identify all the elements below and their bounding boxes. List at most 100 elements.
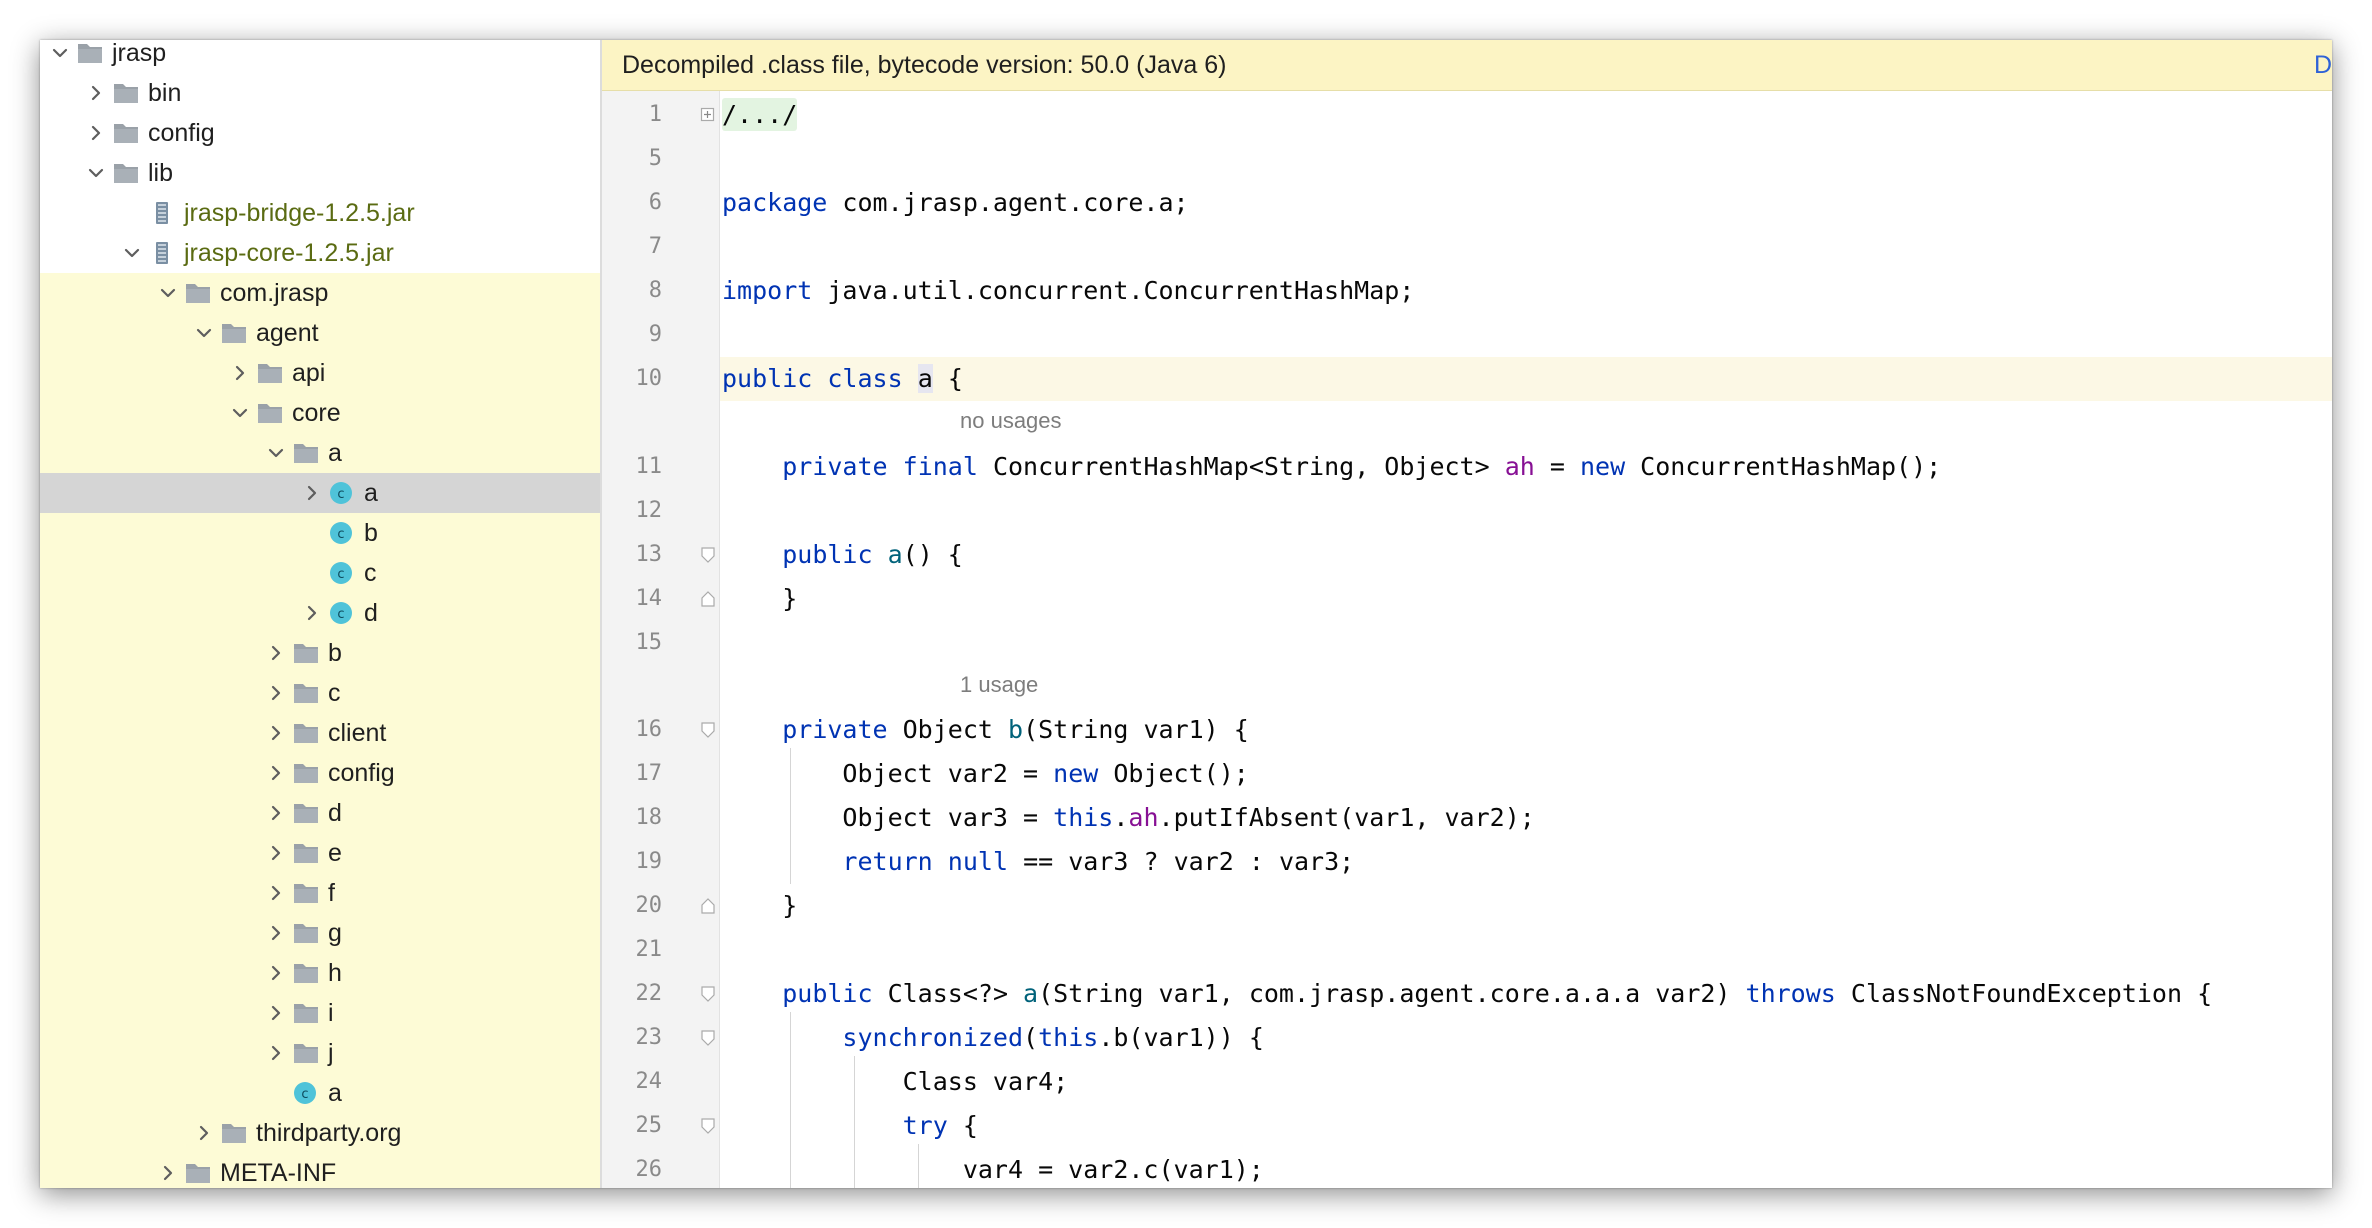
line-number: 14 bbox=[635, 585, 663, 611]
tree-item-c[interactable]: c bbox=[40, 673, 600, 713]
code-line[interactable]: synchronized(this.b(var1)) { bbox=[720, 1016, 2332, 1060]
chevron-right-icon[interactable] bbox=[302, 483, 322, 503]
code-line[interactable]: public Class<?> a(String var1, com.jrasp… bbox=[720, 972, 2332, 1016]
code-line[interactable] bbox=[720, 313, 2332, 357]
project-tree[interactable]: jrasp bin config lib jrasp-bridge-1.2.5.jar j… bbox=[40, 40, 602, 1188]
chevron-right-icon[interactable] bbox=[266, 683, 286, 703]
chevron-down-icon[interactable] bbox=[122, 243, 142, 263]
code-line[interactable]: try { bbox=[720, 1104, 2332, 1148]
code-line[interactable]: import java.util.concurrent.ConcurrentHa… bbox=[720, 269, 2332, 313]
tree-item-jrasp[interactable]: jrasp bbox=[40, 40, 600, 73]
chevron-right-icon[interactable] bbox=[194, 1123, 214, 1143]
code-line[interactable] bbox=[720, 489, 2332, 533]
chevron-down-icon[interactable] bbox=[50, 43, 70, 63]
chevron-right-icon[interactable] bbox=[302, 603, 322, 623]
chevron-right-icon[interactable] bbox=[266, 883, 286, 903]
tree-item-b[interactable]: cb bbox=[40, 513, 600, 553]
code-line[interactable] bbox=[720, 225, 2332, 269]
tree-item-d[interactable]: cd bbox=[40, 593, 600, 633]
code-line[interactable]: public a() { bbox=[720, 533, 2332, 577]
tree-item-com-jrasp[interactable]: com.jrasp bbox=[40, 273, 600, 313]
code-line[interactable]: Object var2 = new Object(); bbox=[720, 752, 2332, 796]
chevron-right-icon[interactable] bbox=[86, 83, 106, 103]
fold-marker-icon[interactable] bbox=[700, 721, 716, 739]
chevron-down-icon[interactable] bbox=[230, 403, 250, 423]
tree-item-a[interactable]: a bbox=[40, 433, 600, 473]
usage-hint[interactable]: 1 usage bbox=[960, 663, 1038, 707]
fold-marker-icon[interactable] bbox=[700, 897, 716, 915]
tree-item-thirdparty-org[interactable]: thirdparty.org bbox=[40, 1113, 600, 1153]
code-line[interactable]: package com.jrasp.agent.core.a; bbox=[720, 181, 2332, 225]
tree-item-jrasp-bridge-1-2-5-jar[interactable]: jrasp-bridge-1.2.5.jar bbox=[40, 193, 600, 233]
package-icon bbox=[292, 1001, 320, 1025]
chevron-down-icon[interactable] bbox=[194, 323, 214, 343]
chevron-right-icon[interactable] bbox=[266, 843, 286, 863]
code-line[interactable]: Class var4; bbox=[720, 1060, 2332, 1104]
tree-item-bin[interactable]: bin bbox=[40, 73, 600, 113]
tree-item-g[interactable]: g bbox=[40, 913, 600, 953]
code-line[interactable]: return null == var3 ? var2 : var3; bbox=[720, 840, 2332, 884]
code-line[interactable]: /.../ bbox=[720, 93, 2332, 137]
code-line[interactable]: private final ConcurrentHashMap<String, … bbox=[720, 445, 2332, 489]
usage-hint[interactable]: no usages bbox=[960, 399, 1062, 443]
fold-expand-icon[interactable] bbox=[700, 106, 716, 124]
code-text: import java.util.concurrent.ConcurrentHa… bbox=[722, 276, 1415, 305]
tree-item-j[interactable]: j bbox=[40, 1033, 600, 1073]
tree-item-i[interactable]: i bbox=[40, 993, 600, 1033]
chevron-right-icon[interactable] bbox=[266, 643, 286, 663]
fold-marker-icon[interactable] bbox=[700, 1029, 716, 1047]
folder-icon bbox=[184, 1161, 212, 1185]
code-line[interactable] bbox=[720, 621, 2332, 665]
chevron-right-icon[interactable] bbox=[158, 1163, 178, 1183]
code-line[interactable] bbox=[720, 137, 2332, 181]
chevron-right-icon[interactable] bbox=[266, 803, 286, 823]
tree-item-f[interactable]: f bbox=[40, 873, 600, 913]
fold-marker-icon[interactable] bbox=[700, 985, 716, 1003]
code-line[interactable]: public class a { bbox=[720, 357, 2332, 401]
tree-item-jrasp-core-1-2-5-jar[interactable]: jrasp-core-1.2.5.jar bbox=[40, 233, 600, 273]
chevron-right-icon[interactable] bbox=[266, 923, 286, 943]
chevron-right-icon[interactable] bbox=[86, 123, 106, 143]
chevron-right-icon[interactable] bbox=[266, 1043, 286, 1063]
chevron-right-icon[interactable] bbox=[266, 763, 286, 783]
tree-item-d[interactable]: d bbox=[40, 793, 600, 833]
chevron-right-icon[interactable] bbox=[230, 363, 250, 383]
fold-marker-icon[interactable] bbox=[700, 546, 716, 564]
tree-item-c[interactable]: cc bbox=[40, 553, 600, 593]
jar-icon bbox=[148, 201, 176, 225]
chevron-down-icon[interactable] bbox=[266, 443, 286, 463]
banner-link[interactable]: D bbox=[2314, 40, 2332, 90]
tree-item-b[interactable]: b bbox=[40, 633, 600, 673]
chevron-right-icon[interactable] bbox=[266, 1003, 286, 1023]
tree-item-e[interactable]: e bbox=[40, 833, 600, 873]
tree-item-core[interactable]: core bbox=[40, 393, 600, 433]
code-line[interactable]: } bbox=[720, 884, 2332, 928]
code-line[interactable]: private Object b(String var1) { bbox=[720, 708, 2332, 752]
tree-item-meta-inf[interactable]: META-INF bbox=[40, 1153, 600, 1188]
code-line[interactable]: Object var3 = this.ah.putIfAbsent(var1, … bbox=[720, 796, 2332, 840]
tree-item-config[interactable]: config bbox=[40, 113, 600, 153]
chevron-down-icon[interactable] bbox=[158, 283, 178, 303]
fold-marker-icon[interactable] bbox=[700, 1117, 716, 1135]
tree-item-agent[interactable]: agent bbox=[40, 313, 600, 353]
code-line[interactable]: var4 = var2.c(var1); bbox=[720, 1148, 2332, 1188]
code-area[interactable]: /.../ package com.jrasp.agent.core.a; impo… bbox=[720, 91, 2332, 1188]
chevron-down-icon[interactable] bbox=[86, 163, 106, 183]
tree-item-a[interactable]: ca bbox=[40, 473, 600, 513]
tree-item-h[interactable]: h bbox=[40, 953, 600, 993]
tree-item-config[interactable]: config bbox=[40, 753, 600, 793]
class-icon: c bbox=[292, 1081, 320, 1105]
tree-item-client[interactable]: client bbox=[40, 713, 600, 753]
code-line[interactable] bbox=[720, 928, 2332, 972]
chevron-right-icon[interactable] bbox=[266, 963, 286, 983]
tree-item-a[interactable]: ca bbox=[40, 1073, 600, 1113]
code-editor[interactable]: Decompiled .class file, bytecode version… bbox=[602, 40, 2332, 1188]
code-line[interactable]: } bbox=[720, 577, 2332, 621]
class-icon: c bbox=[328, 601, 356, 625]
chevron-right-icon[interactable] bbox=[266, 723, 286, 743]
code-text: } bbox=[722, 583, 798, 613]
tree-item-api[interactable]: api bbox=[40, 353, 600, 393]
folder-icon bbox=[112, 121, 140, 145]
tree-item-lib[interactable]: lib bbox=[40, 153, 600, 193]
fold-marker-icon[interactable] bbox=[700, 590, 716, 608]
